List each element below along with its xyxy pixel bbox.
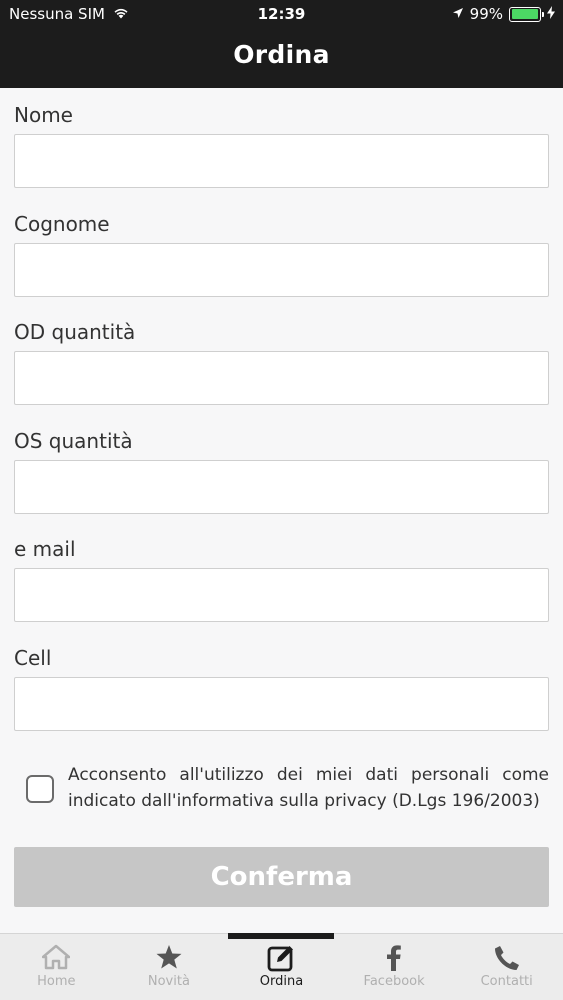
active-tab-indicator [228, 933, 334, 939]
confirm-button[interactable]: Conferma [14, 847, 549, 907]
edit-icon [225, 934, 338, 974]
field-label: OD quantità [14, 320, 136, 345]
tab-contatti[interactable]: Contatti [450, 934, 563, 1000]
field-od-quantita: OD quantità [14, 317, 549, 426]
battery-fill [511, 9, 539, 19]
tab-bar: Home Novità Ordina Facebook Contatti [0, 933, 563, 1000]
consent-text: Acconsento all'utilizzo dei miei dati pe… [68, 765, 549, 811]
tab-ordina[interactable]: Ordina [225, 934, 338, 1000]
status-bar: Nessuna SIM 12:39 99% [0, 0, 563, 30]
field-label: Cell [14, 645, 52, 670]
field-label: Cognome [14, 211, 110, 236]
battery-icon [509, 6, 544, 22]
field-os-quantita: OS quantità [14, 426, 549, 535]
tab-label: Contatti [480, 974, 533, 989]
facebook-icon [338, 934, 451, 974]
field-email: e mail [14, 534, 549, 643]
tab-facebook[interactable]: Facebook [338, 934, 451, 1000]
field-cognome: Cognome [14, 209, 549, 318]
home-icon [0, 934, 113, 974]
battery-percent: 99% [469, 5, 503, 23]
page-title: Ordina [233, 40, 330, 69]
charging-bolt-icon [547, 5, 555, 23]
tab-novita[interactable]: Novità [113, 934, 226, 1000]
tab-home[interactable]: Home [0, 934, 113, 1000]
field-label: e mail [14, 537, 76, 562]
field-nome: Nome [14, 100, 549, 209]
cell-input[interactable] [14, 676, 549, 731]
phone-icon [450, 934, 563, 974]
status-right: 99% [452, 5, 555, 23]
field-label: Nome [14, 103, 73, 127]
nome-input[interactable] [14, 134, 549, 188]
order-form: Nome Cognome OD quantità OS quantità e m… [14, 100, 549, 752]
tab-label: Novità [147, 974, 190, 989]
od-quantita-input[interactable] [14, 351, 549, 406]
cognome-input[interactable] [14, 242, 549, 297]
location-arrow-icon [452, 5, 464, 23]
tab-label: Ordina [259, 974, 304, 989]
app-header: Nessuna SIM 12:39 99% Ordina [0, 0, 563, 88]
privacy-consent: Acconsento all'utilizzo dei miei dati pe… [26, 762, 549, 818]
os-quantita-input[interactable] [14, 459, 549, 514]
field-cell: Cell [14, 643, 549, 752]
tab-label: Facebook [363, 974, 425, 989]
tab-label: Home [37, 974, 76, 989]
consent-checkbox[interactable] [26, 775, 54, 803]
field-label: OS quantità [14, 428, 133, 453]
star-icon [113, 934, 226, 974]
email-input[interactable] [14, 568, 549, 623]
